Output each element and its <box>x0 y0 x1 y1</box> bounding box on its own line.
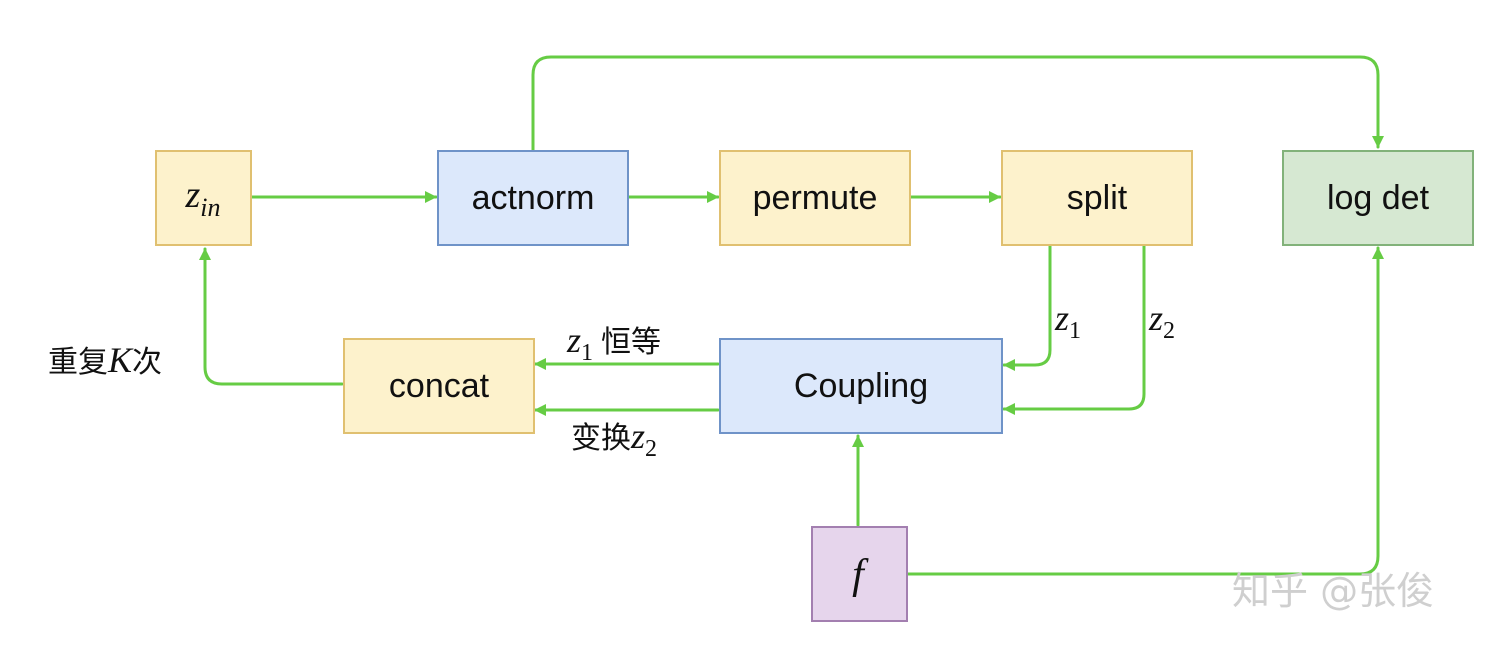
edge-concat-zin <box>199 247 344 386</box>
label-z1: z1 <box>1054 298 1081 344</box>
node-concat: concat <box>343 338 535 434</box>
edge-split-coupling-z1 <box>1002 243 1052 371</box>
node-log-det: log det <box>1282 150 1474 246</box>
node-coupling: Coupling <box>719 338 1003 434</box>
label-repeat-k-post: 次 <box>132 345 162 380</box>
node-split: split <box>1001 150 1193 246</box>
label-z1-identity-text: 恒等 <box>601 325 661 360</box>
label-repeat-k-k: K <box>107 340 134 380</box>
label-z2: z2 <box>1148 298 1175 344</box>
label-transform-z2-main: z <box>630 416 645 456</box>
node-permute: permute <box>719 150 911 246</box>
node-f: f <box>811 526 908 622</box>
edges <box>199 55 1384 576</box>
split-label: split <box>1067 179 1128 217</box>
z-in-main: z <box>184 174 200 216</box>
label-repeat-k-pre: 重复 <box>48 345 108 380</box>
concat-label: concat <box>389 367 490 405</box>
node-actnorm: actnorm <box>437 150 629 246</box>
label-transform-z2-text: 变换 <box>571 421 631 456</box>
label-z1-main: z <box>1054 298 1069 338</box>
z-in-sub: in <box>200 193 220 222</box>
label-z1-identity: z1 恒等 <box>566 320 661 366</box>
label-z1-identity-sub: 1 <box>581 340 593 366</box>
label-z1-sub: 1 <box>1069 318 1081 344</box>
coupling-label: Coupling <box>794 367 928 405</box>
label-repeat-k: 重复K次 <box>48 340 162 380</box>
node-z-in: zin <box>155 150 252 246</box>
log-det-label: log det <box>1327 179 1430 217</box>
label-z2-sub: 2 <box>1163 318 1175 344</box>
flow-diagram: zin actnorm permute split log det concat… <box>48 55 1474 622</box>
edge-actnorm-logdet <box>531 55 1384 152</box>
watermark: 知乎 @张俊 <box>1232 569 1434 613</box>
label-z2-main: z <box>1148 298 1163 338</box>
label-transform-z2-sub: 2 <box>645 436 657 462</box>
label-z1-identity-main: z <box>566 320 581 360</box>
permute-label: permute <box>753 179 878 217</box>
actnorm-label: actnorm <box>472 179 595 217</box>
label-transform-z2: 变换z2 <box>571 416 657 462</box>
